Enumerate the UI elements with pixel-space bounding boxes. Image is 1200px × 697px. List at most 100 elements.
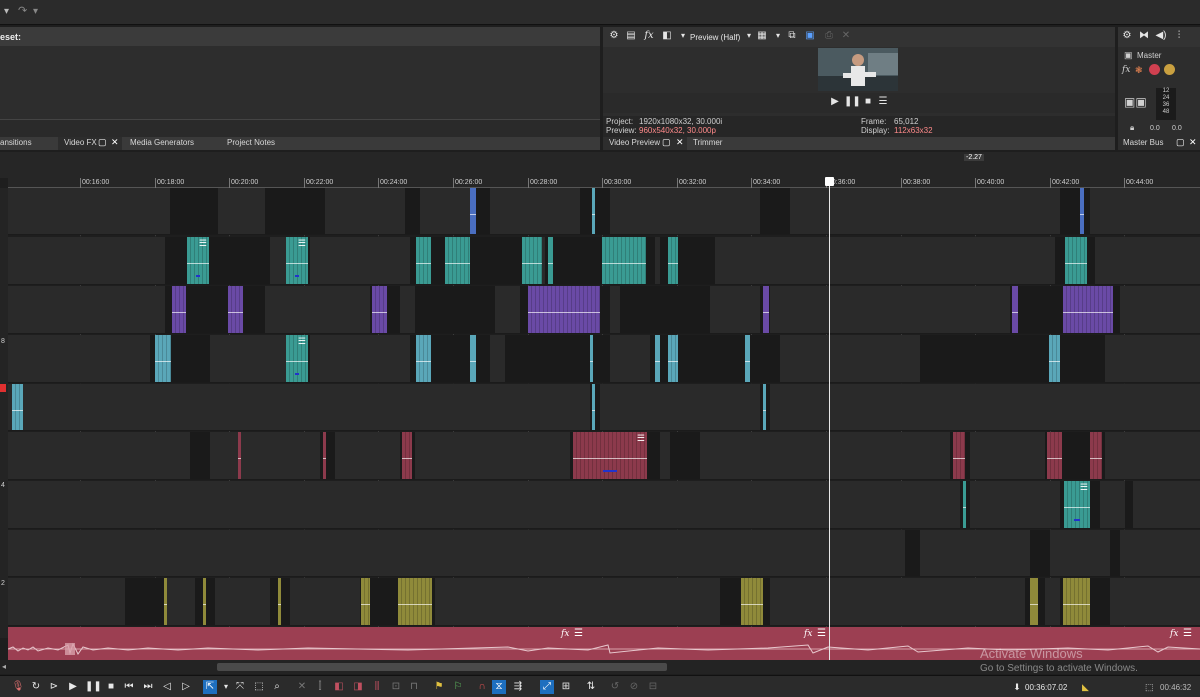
video-event[interactable]: ☰	[573, 432, 647, 479]
video-event[interactable]	[445, 237, 470, 284]
video-event[interactable]	[668, 335, 678, 382]
playhead[interactable]	[829, 178, 830, 660]
empty-event[interactable]	[1110, 530, 1120, 576]
redo-dropdown-icon[interactable]: ▾	[33, 6, 38, 17]
video-event[interactable]	[361, 578, 370, 625]
mixer-icon[interactable]: ⫶	[1172, 30, 1186, 44]
play-icon[interactable]: ▶	[828, 96, 842, 110]
lock-event-icon[interactable]: ⊓	[407, 680, 421, 694]
event-menu-icon[interactable]: ☰	[298, 336, 306, 347]
zoom-tool-icon[interactable]: ⌕	[270, 680, 284, 694]
ripple-edit-icon[interactable]: ⇶	[511, 680, 525, 694]
video-event[interactable]	[548, 237, 553, 284]
record-arm-icon[interactable]	[1149, 64, 1160, 75]
video-event[interactable]	[522, 237, 542, 284]
empty-event[interactable]	[1060, 188, 1090, 234]
go-to-end-icon[interactable]: ⏭︎	[141, 680, 155, 694]
video-event[interactable]	[590, 335, 593, 382]
empty-event[interactable]	[165, 237, 270, 284]
video-event[interactable]	[655, 335, 660, 382]
marker-label[interactable]: -2.27	[964, 154, 984, 161]
video-event[interactable]	[402, 432, 412, 479]
scrollbar-thumb[interactable]	[217, 663, 667, 671]
video-event[interactable]	[372, 286, 387, 333]
empty-event[interactable]	[1125, 481, 1133, 528]
snapping-icon[interactable]: ∩	[475, 680, 489, 694]
video-event[interactable]: ☰	[1064, 481, 1090, 528]
preview-quality-select[interactable]: Preview (Half)	[690, 33, 740, 42]
event-menu-icon[interactable]: ☰	[1080, 482, 1088, 493]
empty-event[interactable]	[170, 188, 218, 234]
video-event[interactable]	[1063, 578, 1090, 625]
video-event[interactable]	[1030, 578, 1038, 625]
video-track[interactable]	[8, 188, 1200, 235]
video-event[interactable]	[668, 237, 678, 284]
video-event[interactable]	[278, 578, 281, 625]
empty-event[interactable]	[125, 578, 165, 625]
end-timecode[interactable]: 00:46:32	[1160, 683, 1191, 692]
menu-icon[interactable]: ☰	[1183, 628, 1192, 639]
pause-icon[interactable]: ❚❚	[844, 96, 861, 110]
video-track[interactable]: ☰	[8, 335, 1200, 383]
preview-settings-icon[interactable]: ▤	[624, 30, 638, 44]
play-icon[interactable]: ▶	[66, 680, 80, 694]
cursor-timecode[interactable]: 00:36:07.02	[1025, 683, 1067, 692]
plugin-icon[interactable]: ❃	[1135, 65, 1143, 76]
video-event[interactable]	[592, 384, 595, 430]
lock-envelopes-icon[interactable]: ⤢	[540, 680, 554, 694]
automation-icon[interactable]	[1164, 64, 1175, 75]
go-to-start-icon[interactable]: ⏮︎	[122, 680, 136, 694]
tab-video-fx[interactable]: Video FX	[64, 138, 97, 147]
empty-event[interactable]	[920, 335, 1050, 382]
menu-icon[interactable]: ☰	[574, 628, 583, 639]
envelope-tool-icon[interactable]: ⤧	[233, 680, 247, 694]
loop-playback-icon[interactable]: ↻	[29, 680, 43, 694]
insert-region-icon[interactable]: ⚐	[451, 680, 465, 694]
redo-icon[interactable]: ↷	[18, 4, 27, 17]
undock-icon[interactable]: ▢	[98, 137, 107, 148]
play-from-start-icon[interactable]: ⊳	[47, 680, 61, 694]
event-menu-icon[interactable]: ☰	[298, 238, 306, 249]
empty-event[interactable]	[670, 432, 700, 479]
video-track[interactable]: ☰ ☰	[8, 237, 1200, 285]
video-event[interactable]	[155, 335, 171, 382]
scroll-left-icon[interactable]: ◂	[2, 662, 6, 671]
video-track[interactable]	[8, 530, 1200, 577]
empty-event[interactable]	[760, 188, 790, 234]
event-menu-icon[interactable]: ☰	[637, 433, 645, 444]
playhead-handle[interactable]	[825, 177, 834, 186]
insert-marker-icon[interactable]: ⚑	[432, 680, 446, 694]
lock-icon[interactable]: 🔒︎	[1130, 123, 1134, 133]
chevron-down-icon[interactable]: ▾	[219, 680, 233, 694]
video-event[interactable]	[1047, 432, 1062, 479]
video-event[interactable]	[1063, 286, 1113, 333]
tab-video-preview[interactable]: Video Preview	[609, 138, 660, 147]
gear-icon[interactable]: ⚙	[607, 30, 621, 44]
overlays-grid-icon[interactable]: ▦	[755, 30, 769, 44]
video-event[interactable]	[416, 335, 431, 382]
split-icon[interactable]: ⫼	[370, 680, 384, 694]
video-event[interactable]: ☰	[286, 335, 308, 382]
empty-event[interactable]	[620, 286, 710, 333]
trim-end-icon[interactable]: ◨	[351, 680, 365, 694]
video-track[interactable]	[8, 286, 1200, 334]
video-track[interactable]: ☰	[8, 432, 1200, 480]
copy-snapshot-icon[interactable]: ⧉	[785, 30, 799, 44]
video-event[interactable]	[1049, 335, 1060, 382]
video-track[interactable]	[8, 384, 1200, 431]
video-event[interactable]	[470, 335, 476, 382]
fx-icon[interactable]: fx	[1170, 629, 1178, 639]
empty-event[interactable]	[580, 188, 610, 234]
normal-edit-tool-icon[interactable]: ⇱	[203, 680, 217, 694]
video-event[interactable]	[398, 578, 432, 625]
save-snapshot-icon[interactable]: ▣	[803, 30, 817, 44]
stop-icon[interactable]: ■	[861, 96, 875, 110]
video-event[interactable]	[228, 286, 243, 333]
master-checkbox-icon[interactable]: ▣	[1124, 50, 1133, 61]
selection-tool-icon[interactable]: ⬚	[252, 680, 266, 694]
speaker-icon[interactable]: ◀)	[1154, 30, 1168, 44]
video-event[interactable]	[203, 578, 206, 625]
split-screen-icon[interactable]: ◧	[660, 30, 674, 44]
tab-trimmer[interactable]: Trimmer	[693, 138, 722, 147]
post-edit-ripple-icon[interactable]: ⇅	[584, 680, 598, 694]
